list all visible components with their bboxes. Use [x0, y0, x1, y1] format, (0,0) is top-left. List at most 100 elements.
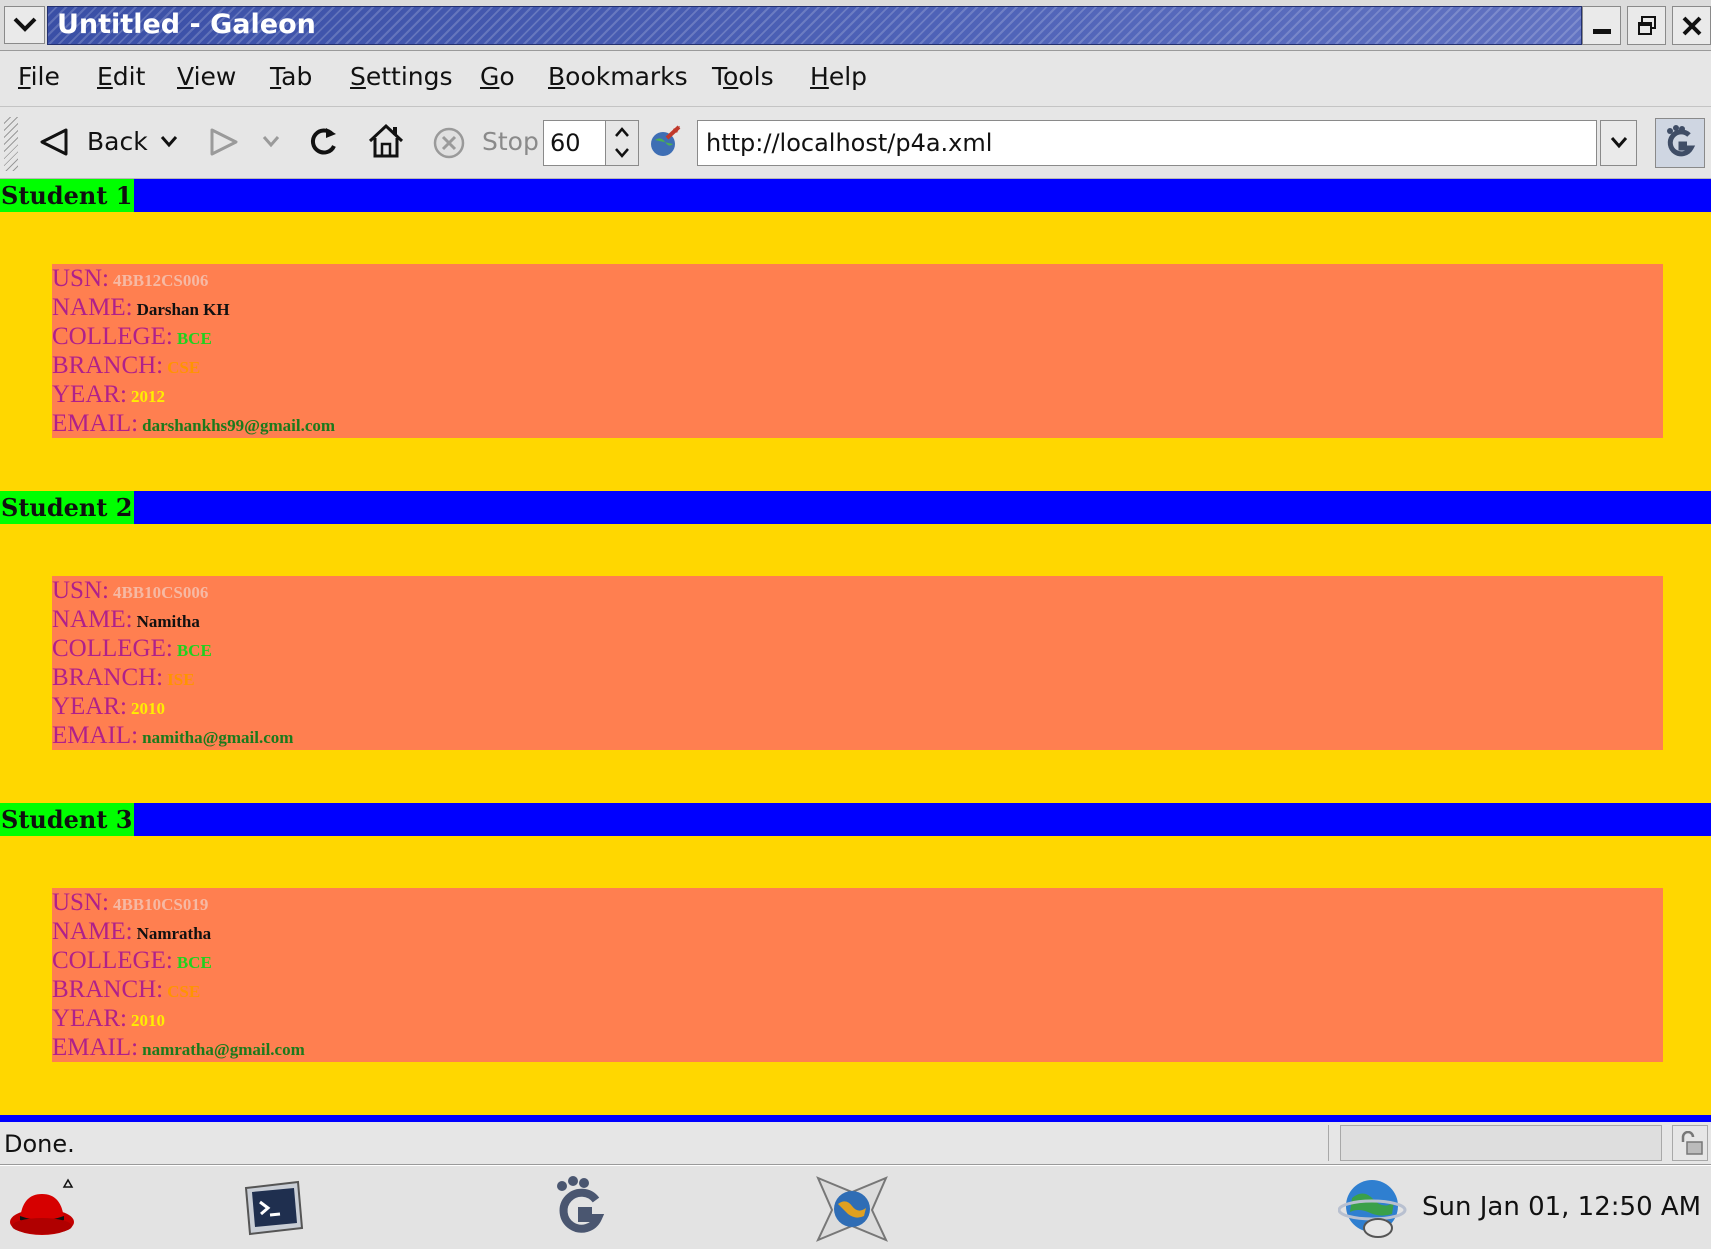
- branch-label: BRANCH:: [52, 352, 164, 379]
- panel-clock[interactable]: Sun Jan 01, 12:50 AM: [1422, 1188, 1701, 1226]
- menu-file-mnemonic: F: [18, 62, 31, 91]
- galeon-logo-icon: [1667, 125, 1696, 157]
- menu-tab-label: ab: [281, 62, 313, 91]
- menu-view-mnemonic: V: [177, 62, 194, 91]
- email-label: EMAIL:: [52, 1034, 139, 1061]
- window-menu-button[interactable]: [4, 6, 45, 44]
- usn-label: USN:: [52, 889, 109, 916]
- location-globe-icon[interactable]: [647, 124, 683, 160]
- menu-tools-prefix: T: [712, 62, 724, 91]
- security-panel[interactable]: [1672, 1125, 1708, 1161]
- spin-up-icon[interactable]: [614, 126, 630, 138]
- galeon-launcher-icon[interactable]: [548, 1174, 614, 1240]
- zoom-spinbox[interactable]: 60: [543, 120, 639, 166]
- branch-label: BRANCH:: [52, 664, 164, 691]
- page-content: Student 1 USN: 4BB12CS006 NAME: Darshan …: [0, 179, 1711, 1121]
- usn-value: 4BB12CS006: [112, 271, 209, 290]
- web-browser-icon[interactable]: [812, 1172, 892, 1246]
- student-header-bar: Student 2: [0, 491, 1711, 524]
- url-field[interactable]: http://localhost/p4a.xml: [697, 120, 1597, 166]
- college-row: COLLEGE: BCE: [52, 634, 212, 663]
- maximize-button[interactable]: [1627, 6, 1666, 45]
- email-label: EMAIL:: [52, 410, 139, 437]
- back-arrow-icon: [40, 128, 68, 156]
- reload-icon[interactable]: [306, 124, 340, 160]
- college-label: COLLEGE:: [52, 323, 173, 350]
- email-row: EMAIL: darshankhs99@gmail.com: [52, 409, 335, 438]
- terminal-icon[interactable]: [240, 1178, 306, 1240]
- status-bar: Done.: [0, 1122, 1711, 1165]
- menu-help[interactable]: Help: [810, 59, 867, 95]
- zoom-spin-buttons[interactable]: [605, 121, 638, 165]
- year-value: 2010: [131, 699, 165, 718]
- menu-file-label: ile: [30, 62, 60, 91]
- student-record: USN: 4BB10CS019 NAME: Namratha COLLEGE: …: [52, 888, 1663, 1062]
- menu-edit-mnemonic: E: [97, 62, 113, 91]
- branch-row: BRANCH: CSE: [52, 975, 200, 1004]
- usn-label: USN:: [52, 577, 109, 604]
- minimize-button[interactable]: [1582, 6, 1621, 45]
- menu-settings[interactable]: Settings: [350, 59, 453, 95]
- url-history-dropdown[interactable]: [1600, 120, 1637, 166]
- menu-bookmarks[interactable]: Bookmarks: [548, 59, 688, 95]
- college-value: BCE: [176, 329, 212, 348]
- menu-tools-label: ols: [738, 62, 774, 91]
- galeon-throbber-button[interactable]: [1655, 118, 1705, 168]
- menu-view[interactable]: View: [177, 59, 236, 95]
- back-button[interactable]: Back: [34, 117, 184, 167]
- spin-down-icon[interactable]: [614, 147, 630, 159]
- redhat-menu-icon[interactable]: [6, 1176, 84, 1244]
- window-titlebar: Untitled - Galeon: [0, 0, 1711, 51]
- back-label: Back: [87, 127, 148, 156]
- toolbar-grip-handle[interactable]: [4, 117, 18, 171]
- network-globe-icon[interactable]: [1338, 1176, 1410, 1242]
- college-value: BCE: [176, 953, 212, 972]
- year-row: YEAR: 2010: [52, 1004, 165, 1033]
- menu-tab-mnemonic: T: [270, 62, 282, 91]
- branch-row: BRANCH: CSE: [52, 351, 200, 380]
- student-header-bar: Student 3: [0, 803, 1711, 836]
- menu-tab[interactable]: Tab: [270, 59, 312, 95]
- stop-button[interactable]: Stop: [430, 117, 539, 167]
- restore-icon: [1638, 16, 1656, 35]
- close-icon: [1682, 16, 1702, 36]
- email-row: EMAIL: namratha@gmail.com: [52, 1033, 305, 1062]
- college-row: COLLEGE: BCE: [52, 946, 212, 975]
- home-icon[interactable]: [366, 121, 406, 161]
- college-label: COLLEGE:: [52, 947, 173, 974]
- menu-settings-mnemonic: S: [350, 62, 366, 91]
- student-header-label: Student 3: [0, 803, 134, 836]
- menu-tools[interactable]: Tools: [712, 59, 774, 95]
- minimize-icon: [1593, 29, 1611, 34]
- email-row: EMAIL: namitha@gmail.com: [52, 721, 293, 750]
- name-row: NAME: Namitha: [52, 605, 200, 634]
- menu-bar: File Edit View Tab Settings Go Bookmarks…: [0, 51, 1711, 107]
- menu-file[interactable]: File: [18, 59, 60, 95]
- name-value: Namitha: [136, 612, 200, 631]
- year-label: YEAR:: [52, 693, 127, 720]
- branch-value: CSE: [167, 982, 201, 1001]
- forward-arrow-icon[interactable]: [208, 126, 240, 158]
- window-title: Untitled - Galeon: [57, 9, 316, 40]
- name-value: Darshan KH: [136, 300, 230, 319]
- menu-go-mnemonic: G: [480, 62, 500, 91]
- zoom-value: 60: [550, 129, 581, 157]
- navigation-toolbar: Back Stop 60 http://localhost/p4a.xml: [0, 107, 1711, 179]
- year-value: 2012: [131, 387, 165, 406]
- status-text: Done.: [4, 1130, 75, 1158]
- menu-bookmarks-mnemonic: B: [548, 62, 566, 91]
- menu-edit[interactable]: Edit: [97, 59, 145, 95]
- menu-settings-label: ettings: [365, 62, 453, 91]
- usn-row: USN: 4BB10CS006: [52, 576, 208, 605]
- year-row: YEAR: 2012: [52, 380, 165, 409]
- usn-row: USN: 4BB12CS006: [52, 264, 208, 293]
- student-header-bar: Student 1: [0, 179, 1711, 212]
- forward-history-chevron-icon[interactable]: [262, 135, 280, 149]
- close-button[interactable]: [1672, 6, 1711, 45]
- branch-label: BRANCH:: [52, 976, 164, 1003]
- progress-panel: [1340, 1125, 1662, 1161]
- email-label: EMAIL:: [52, 722, 139, 749]
- url-text: http://localhost/p4a.xml: [706, 129, 993, 157]
- menu-go[interactable]: Go: [480, 59, 515, 95]
- name-row: NAME: Darshan KH: [52, 293, 230, 322]
